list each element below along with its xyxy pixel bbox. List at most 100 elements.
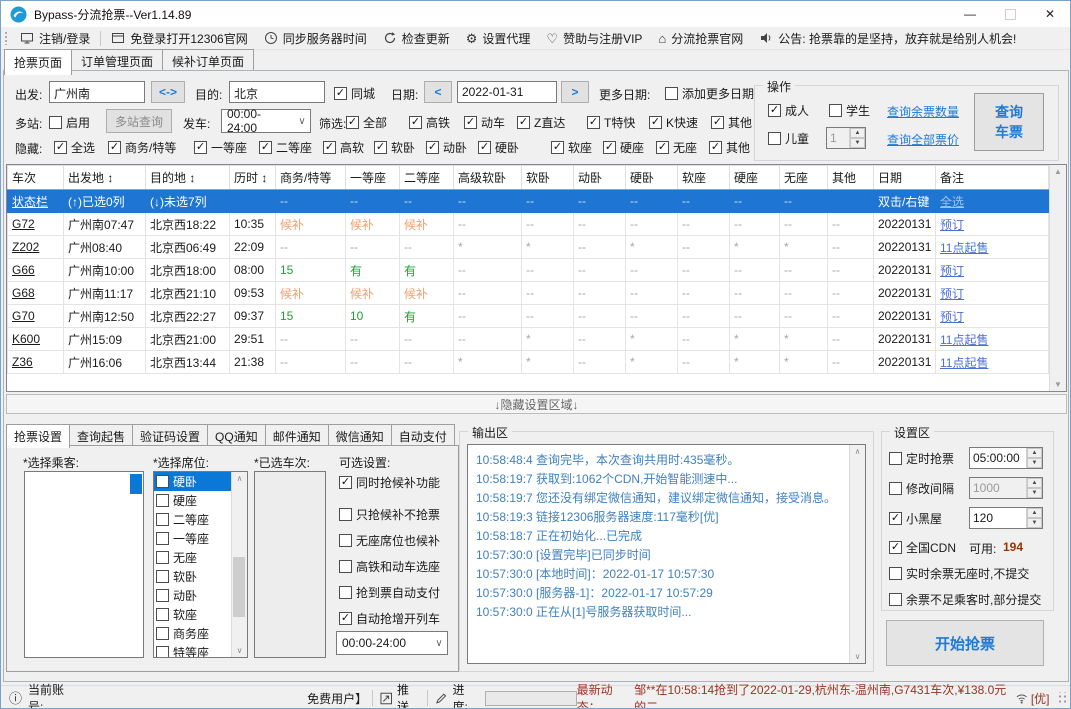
adult-checkbox[interactable]: 成人 bbox=[768, 102, 809, 119]
col-no-seat[interactable]: 无座 bbox=[779, 165, 828, 190]
col-date[interactable]: 日期 bbox=[873, 165, 936, 190]
hide-checkbox-9[interactable]: 硬座 bbox=[603, 139, 644, 156]
book-link[interactable]: 预订 bbox=[940, 218, 964, 232]
logout-login-button[interactable]: 注销/登录 bbox=[12, 27, 98, 49]
col-remark[interactable]: 备注 bbox=[935, 165, 1049, 190]
dest-input[interactable]: 北京 bbox=[229, 81, 325, 103]
col-to[interactable]: 目的地 ↕ bbox=[145, 165, 230, 190]
train-link[interactable]: G70 bbox=[12, 309, 35, 323]
col-duration[interactable]: 历时 ↕ bbox=[229, 165, 276, 190]
hide-checkbox-8[interactable]: 软座 bbox=[551, 139, 592, 156]
passenger-scroll-thumb[interactable] bbox=[130, 474, 142, 494]
spinner-arrows[interactable]: ▲ ▼ bbox=[1026, 508, 1042, 528]
hide-checkbox-0[interactable]: 全选 bbox=[54, 139, 95, 156]
resize-grip[interactable] bbox=[1055, 692, 1067, 704]
query-price-link[interactable]: 查询全部票价 bbox=[887, 131, 959, 148]
close-button[interactable]: ✕ bbox=[1030, 1, 1070, 27]
col-soft-sleeper[interactable]: 软卧 bbox=[521, 165, 574, 190]
hide-checkbox-5[interactable]: 软卧 bbox=[374, 139, 415, 156]
hide-checkbox-4[interactable]: 高软 bbox=[323, 139, 364, 156]
check-update-button[interactable]: 检查更新 bbox=[375, 27, 458, 49]
option-checkbox-1[interactable]: 只抢候补不抢票 bbox=[339, 506, 440, 523]
filter-checkbox-gaotie[interactable]: 高铁 bbox=[409, 114, 450, 131]
log-scrollbar[interactable]: ∧ ∨ bbox=[849, 445, 865, 663]
spin-down-icon[interactable]: ▼ bbox=[1027, 518, 1042, 528]
table-row[interactable]: Z202 广州08:40 北京西06:49 22:09 -- -- -- * *… bbox=[7, 235, 1049, 259]
start-grab-button[interactable]: 开始抢票 bbox=[886, 620, 1044, 666]
train-link[interactable]: Z36 bbox=[12, 355, 33, 369]
tab-ticket-page[interactable]: 抢票页面 bbox=[4, 49, 73, 75]
filter-checkbox-other[interactable]: 其他 bbox=[711, 114, 752, 131]
official-site-button[interactable]: ⌂ 分流抢票官网 bbox=[650, 27, 751, 49]
filter-checkbox-tekuai[interactable]: T特快 bbox=[587, 114, 635, 131]
passenger-listbox[interactable] bbox=[24, 471, 144, 658]
table-row-status[interactable]: 状态栏 (↑)已选0列 (↓)未选7列 -- -- -- -- -- -- --… bbox=[7, 189, 1049, 213]
timed-buy-checkbox[interactable]: 定时抢票 bbox=[889, 450, 954, 467]
spin-down-icon[interactable]: ▼ bbox=[850, 138, 865, 148]
cdn-checkbox[interactable]: 全国CDN bbox=[889, 539, 956, 556]
hide-checkbox-2[interactable]: 一等座 bbox=[194, 139, 247, 156]
add-more-dates-checkbox[interactable]: 添加更多日期 bbox=[665, 85, 754, 102]
maximize-button[interactable] bbox=[990, 1, 1030, 27]
book-link[interactable]: 预订 bbox=[940, 264, 964, 278]
filter-checkbox-kuaisu[interactable]: K快速 bbox=[649, 114, 698, 131]
seat-scroll-thumb[interactable] bbox=[233, 557, 245, 617]
set-proxy-button[interactable]: ⚙ 设置代理 bbox=[458, 27, 539, 49]
train-link[interactable]: K600 bbox=[12, 332, 40, 346]
spin-down-icon[interactable]: ▼ bbox=[1027, 488, 1042, 498]
tab-grab-settings[interactable]: 抢票设置 bbox=[6, 424, 71, 448]
hide-checkbox-1[interactable]: 商务/特等 bbox=[108, 139, 176, 156]
col-from[interactable]: 出发地 ↕ bbox=[63, 165, 146, 190]
train-link[interactable]: G72 bbox=[12, 217, 35, 231]
selected-trains-box[interactable] bbox=[254, 471, 326, 658]
col-second[interactable]: 二等座 bbox=[399, 165, 454, 190]
option-checkbox-3[interactable]: 高铁和动车选座 bbox=[339, 558, 440, 575]
table-row[interactable]: G72 广州南07:47 北京西18:22 10:35 候补 候补 候补 -- … bbox=[7, 212, 1049, 236]
spin-down-icon[interactable]: ▼ bbox=[1027, 458, 1042, 468]
hide-checkbox-11[interactable]: 其他 bbox=[709, 139, 750, 156]
sale-time-link[interactable]: 11点起售 bbox=[940, 356, 988, 370]
query-remaining-link[interactable]: 查询余票数量 bbox=[887, 103, 959, 120]
sponsor-vip-button[interactable]: ♡ 赞助与注册VIP bbox=[538, 27, 650, 49]
col-deluxe-sleeper[interactable]: 高级软卧 bbox=[453, 165, 522, 190]
col-first[interactable]: 一等座 bbox=[345, 165, 400, 190]
timed-buy-spinner[interactable]: 05:00:00 ▲ ▼ bbox=[969, 447, 1043, 469]
option-checkbox-0[interactable]: 同时抢候补功能 bbox=[339, 474, 440, 491]
scroll-down-icon[interactable]: ▼ bbox=[1054, 380, 1062, 389]
table-row[interactable]: Z36 广州16:06 北京西13:44 21:38 -- -- -- * * … bbox=[7, 350, 1049, 374]
interval-spinner[interactable]: 1000 ▲ ▼ bbox=[969, 477, 1043, 499]
same-city-checkbox[interactable]: 同城 bbox=[334, 85, 375, 102]
spin-up-icon[interactable]: ▲ bbox=[1027, 478, 1042, 488]
hide-checkbox-10[interactable]: 无座 bbox=[656, 139, 697, 156]
table-row[interactable]: K600 广州15:09 北京西21:00 29:51 -- -- -- -- … bbox=[7, 327, 1049, 351]
scroll-up-icon[interactable]: ▲ bbox=[1054, 167, 1062, 176]
col-hard-sleeper[interactable]: 硬卧 bbox=[625, 165, 678, 190]
blackroom-checkbox[interactable]: 小黑屋 bbox=[889, 510, 942, 527]
seat-listbox[interactable]: 硬卧 硬座 二等座 一等座 无座 软卧 动卧 软座 商务座 特等座 ∧ ∨ bbox=[153, 471, 248, 658]
hide-settings-divider[interactable]: ↓隐藏设置区域↓ bbox=[6, 394, 1067, 414]
minimize-button[interactable]: — bbox=[950, 1, 990, 27]
status-row-link[interactable]: 状态栏 bbox=[12, 195, 48, 209]
date-input[interactable]: 2022-01-31 bbox=[457, 81, 557, 103]
col-other[interactable]: 其他 bbox=[827, 165, 874, 190]
filter-checkbox-all[interactable]: 全部 bbox=[346, 114, 387, 131]
spinner-arrows[interactable]: ▲ ▼ bbox=[849, 128, 865, 148]
col-emu-sleeper[interactable]: 动卧 bbox=[573, 165, 626, 190]
table-row[interactable]: G70 广州南12:50 北京西22:27 09:37 15 10 有 -- -… bbox=[7, 304, 1049, 328]
student-checkbox[interactable]: 学生 bbox=[829, 102, 870, 119]
depart-input[interactable]: 广州南 bbox=[49, 81, 145, 103]
filter-checkbox-dongche[interactable]: 动车 bbox=[464, 114, 505, 131]
depart-time-select[interactable]: 00:00-24:00 ∨ bbox=[221, 107, 311, 135]
open-12306-button[interactable]: 免登录打开12306官网 bbox=[103, 27, 255, 49]
scroll-down-icon[interactable]: ∨ bbox=[855, 652, 861, 661]
swap-stations-button[interactable]: <-> bbox=[151, 81, 185, 103]
col-soft-seat[interactable]: 软座 bbox=[677, 165, 730, 190]
spin-up-icon[interactable]: ▲ bbox=[850, 128, 865, 138]
spin-up-icon[interactable]: ▲ bbox=[1027, 448, 1042, 458]
blackroom-spinner[interactable]: 120 ▲ ▼ bbox=[969, 507, 1043, 529]
filter-checkbox-zhida[interactable]: Z直达 bbox=[517, 114, 565, 131]
table-row[interactable]: G68 广州南11:17 北京西21:10 09:53 候补 候补 候补 -- … bbox=[7, 281, 1049, 305]
train-link[interactable]: G68 bbox=[12, 286, 35, 300]
table-scrollbar[interactable]: ▲ ▼ bbox=[1049, 165, 1066, 391]
sale-time-link[interactable]: 11点起售 bbox=[940, 333, 988, 347]
